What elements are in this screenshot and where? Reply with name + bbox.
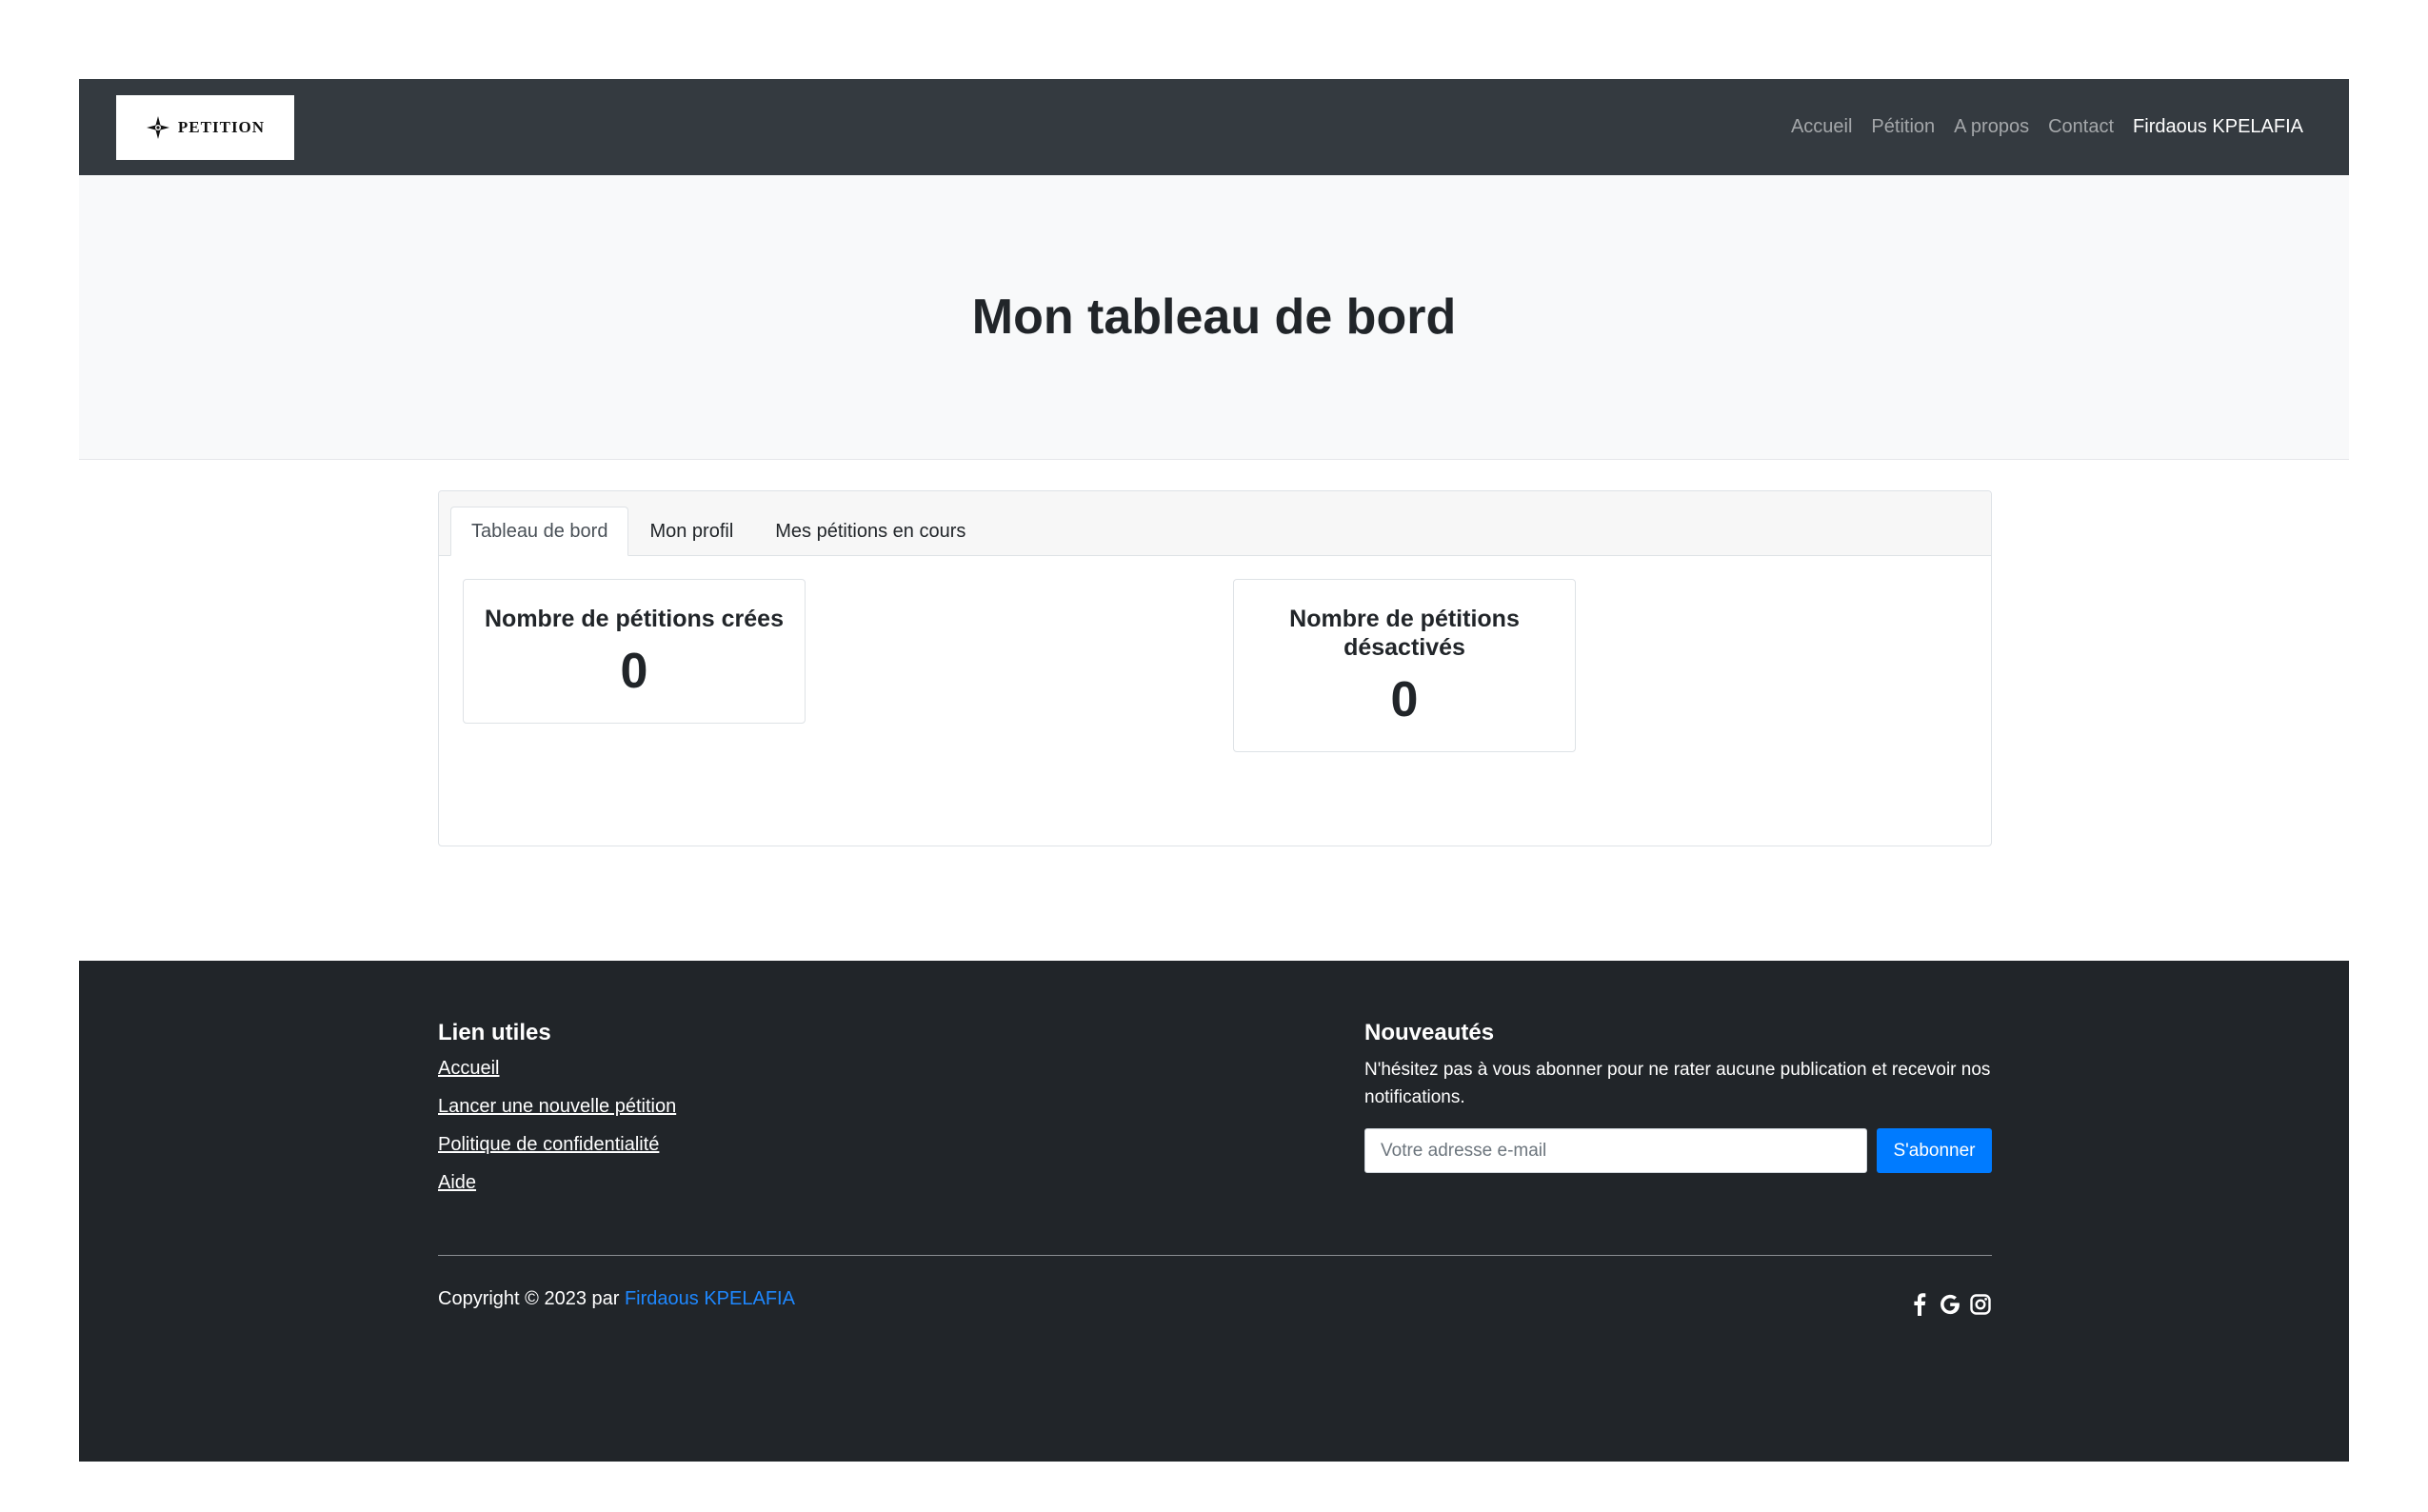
footer-divider — [438, 1255, 1992, 1256]
facebook-icon[interactable] — [1908, 1292, 1931, 1317]
copyright-prefix: Copyright © 2023 par — [438, 1288, 620, 1309]
footer: Lien utiles Accueil Lancer une nouvelle … — [79, 961, 2349, 1462]
page: PETITION Accueil Pétition A propos Conta… — [79, 79, 2349, 1462]
footer-link-new-petition[interactable]: Lancer une nouvelle pétition — [438, 1094, 676, 1119]
social-links — [1908, 1292, 1992, 1317]
copyright-author-link[interactable]: Firdaous KPELAFIA — [625, 1288, 795, 1309]
nav-link-accueil[interactable]: Accueil — [1791, 116, 1852, 138]
newsletter-text: N'hésitez pas à vous abonner pour ne rat… — [1364, 1060, 1991, 1107]
stat-title: Nombre de pétitions désactivés — [1289, 606, 1520, 661]
logo[interactable]: PETITION — [116, 94, 294, 160]
useful-links: Lien utiles Accueil Lancer une nouvelle … — [438, 1020, 676, 1208]
logo-text: PETITION — [177, 117, 266, 136]
nav-link-a-propos[interactable]: A propos — [1954, 116, 2029, 138]
dashboard-card: Tableau de bord Mon profil Mes pétitions… — [438, 490, 1992, 846]
subscribe-form: S'abonner — [1364, 1128, 1992, 1173]
hero: Mon tableau de bord — [79, 175, 2349, 460]
nav-user-name[interactable]: Firdaous KPELAFIA — [2133, 116, 2303, 138]
instagram-icon[interactable] — [1969, 1292, 1992, 1317]
newsletter: Nouveautés N'hésitez pas à vous abonner … — [1364, 1020, 1992, 1173]
footer-link-aide[interactable]: Aide — [438, 1170, 676, 1195]
useful-links-title: Lien utiles — [438, 1020, 551, 1045]
stat-title: Nombre de pétitions crées — [485, 606, 784, 632]
tab-mon-profil[interactable]: Mon profil — [628, 507, 754, 556]
nav-link-petition[interactable]: Pétition — [1871, 116, 1935, 138]
footer-links: Accueil Lancer une nouvelle pétition Pol… — [438, 1056, 676, 1195]
nav-link-contact[interactable]: Contact — [2048, 116, 2114, 138]
footer-link-privacy[interactable]: Politique de confidentialité — [438, 1132, 676, 1157]
tabs-header: Tableau de bord Mon profil Mes pétitions… — [439, 491, 1991, 556]
tabs: Tableau de bord Mon profil Mes pétitions… — [450, 507, 986, 556]
nav-links: Accueil Pétition A propos Contact Firdao… — [1791, 116, 2303, 138]
copyright: Copyright © 2023 par Firdaous KPELAFIA — [438, 1288, 795, 1310]
page-title: Mon tableau de bord — [971, 289, 1457, 345]
navbar: PETITION Accueil Pétition A propos Conta… — [79, 79, 2349, 175]
stat-card-disabled: Nombre de pétitions désactivés 0 — [1233, 579, 1576, 752]
tab-tableau-de-bord[interactable]: Tableau de bord — [450, 507, 629, 556]
newsletter-title: Nouveautés — [1364, 1020, 1495, 1045]
subscribe-button[interactable]: S'abonner — [1877, 1128, 1992, 1173]
compass-star-icon — [146, 115, 169, 139]
tab-mes-petitions[interactable]: Mes pétitions en cours — [754, 507, 986, 556]
stat-value: 0 — [620, 644, 648, 699]
google-icon[interactable] — [1939, 1292, 1961, 1317]
stat-card-created: Nombre de pétitions crées 0 — [463, 579, 806, 724]
footer-link-accueil[interactable]: Accueil — [438, 1056, 676, 1081]
email-input[interactable] — [1364, 1128, 1867, 1173]
stat-value: 0 — [1390, 672, 1419, 727]
